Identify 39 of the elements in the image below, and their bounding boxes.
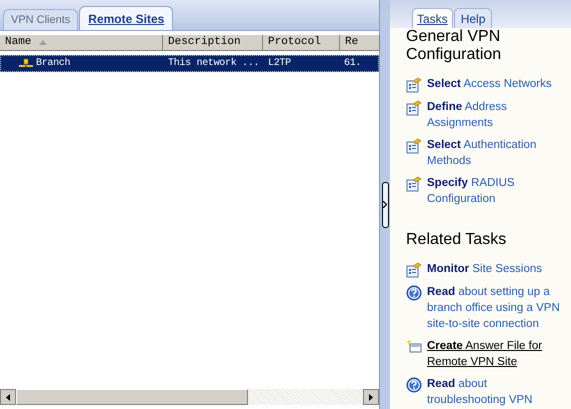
- task-link[interactable]: Select Access Networks: [427, 76, 552, 92]
- tab[interactable]: VPN Clients: [3, 9, 78, 30]
- help-icon: [406, 285, 422, 301]
- network-icon: [19, 58, 33, 70]
- task-icon: [406, 138, 422, 154]
- chevron-right-icon: [383, 201, 387, 208]
- table-cell-text: L2TP: [268, 57, 291, 71]
- table-row[interactable]: Branch This network ... L2TP 61.: [0, 55, 379, 72]
- column-header[interactable]: Description: [163, 35, 263, 50]
- table-cell-text: 61.: [344, 57, 362, 71]
- collapse-button[interactable]: [382, 182, 388, 228]
- tab[interactable]: Remote Sites: [79, 6, 174, 30]
- sort-up-icon: [39, 40, 48, 45]
- section-title: General VPN Configuration: [406, 28, 502, 64]
- tab[interactable]: Help: [454, 8, 492, 28]
- right-arrow-icon: [369, 394, 373, 400]
- section-title: Related Tasks: [406, 231, 508, 249]
- table-cell-text: Branch: [36, 56, 70, 71]
- task-link[interactable]: Read about setting up a branch office using a VPN site-to-site connection: [427, 284, 565, 332]
- new-document-icon: [406, 339, 422, 355]
- scroll-thumb[interactable]: [16, 389, 248, 405]
- help-icon: [406, 377, 422, 393]
- task-icon: [406, 100, 422, 116]
- table-cell-text: This network ...: [168, 56, 260, 71]
- task-link[interactable]: Specify RADIUS Configuration: [427, 175, 565, 207]
- tab[interactable]: Tasks: [412, 8, 453, 28]
- scroll-left-button[interactable]: [0, 389, 16, 405]
- scroll-right-button[interactable]: [363, 389, 379, 405]
- task-link[interactable]: Read about troubleshooting VPN: [427, 376, 565, 408]
- column-header[interactable]: Name: [0, 35, 163, 50]
- task-icon: [406, 262, 422, 278]
- task-link[interactable]: Select Authentication Methods: [427, 137, 565, 169]
- task-icon: [406, 77, 422, 93]
- task-link[interactable]: Monitor Site Sessions: [427, 261, 542, 277]
- task-link[interactable]: Define Address Assignments: [427, 99, 565, 131]
- left-arrow-icon: [6, 394, 10, 400]
- task-icon: [406, 176, 422, 192]
- column-header[interactable]: Protocol: [263, 35, 340, 50]
- task-link[interactable]: Create Answer File for Remote VPN Site: [427, 338, 565, 370]
